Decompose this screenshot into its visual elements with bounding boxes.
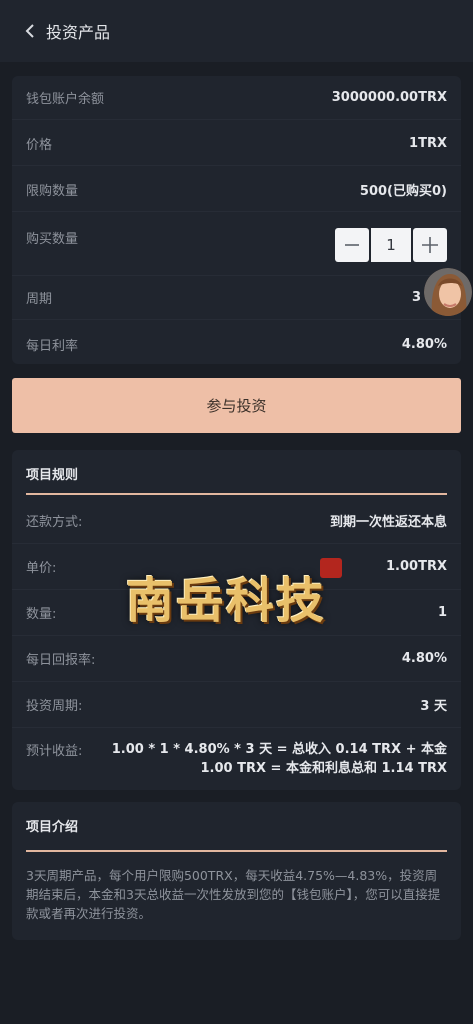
row-value: 到期一次性返还本息 — [329, 515, 447, 530]
invest-button[interactable]: 参与投资 — [12, 378, 461, 433]
row-period: 周期 3 — [12, 276, 461, 320]
minus-icon — [345, 244, 359, 246]
row-label: 周期 — [26, 292, 53, 307]
row-value: 4.80% — [401, 651, 447, 666]
row-label: 每日利率 — [26, 338, 79, 354]
row-value: 1TRX — [409, 136, 447, 151]
page-title: 投资产品 — [46, 23, 111, 42]
row-label: 投资周期: — [26, 699, 83, 714]
minus-button[interactable] — [335, 228, 369, 262]
rules-title: 项目规则 — [26, 468, 79, 483]
row-label: 价格 — [26, 138, 53, 153]
watermark-seal — [320, 558, 342, 578]
estimate-line-1: 1.00 * 1 * 4.80% * 3 天 = 总收入 0.14 TRX + … — [111, 742, 447, 757]
rule-row-repayment: 还款方式: 到期一次性返还本息 — [12, 498, 461, 544]
rule-row-period: 投资周期: 3 天 — [12, 682, 461, 728]
row-value: 1.00TRX — [386, 559, 447, 574]
intro-title: 项目介绍 — [26, 820, 79, 835]
row-value: 4.80% — [401, 336, 447, 352]
row-label: 每日回报率: — [26, 653, 96, 668]
section-divider — [26, 493, 447, 495]
intro-card: 项目介绍 3天周期产品，每个用户限购500TRX，每天收益4.75%—4.83%… — [12, 802, 461, 940]
row-price: 价格 1TRX — [12, 122, 461, 166]
row-value: 3000000.00TRX — [331, 90, 447, 105]
row-label: 钱包账户余额 — [26, 92, 105, 107]
product-card: 钱包账户余额 3000000.00TRX 价格 1TRX 限购数量 500(已购… — [12, 76, 461, 364]
row-label: 预计收益: — [26, 744, 83, 759]
row-label: 数量: — [26, 607, 57, 622]
quantity-input[interactable]: 1 — [371, 228, 411, 262]
row-daily-rate: 每日利率 4.80% — [12, 322, 461, 366]
row-value: 500(已购买0) — [359, 184, 447, 199]
support-avatar[interactable] — [424, 268, 472, 316]
estimate-line-2: 1.00 TRX = 本金和利息总和 1.14 TRX — [200, 761, 447, 776]
plus-button[interactable] — [413, 228, 447, 262]
row-label: 单价: — [26, 561, 57, 576]
row-value: 3 — [411, 290, 421, 305]
row-label: 还款方式: — [26, 515, 83, 530]
top-bar: 投资产品 — [0, 0, 473, 62]
rule-row-daily-return: 每日回报率: 4.80% — [12, 636, 461, 682]
row-value: 1 — [437, 605, 447, 620]
quantity-stepper: 1 — [335, 228, 447, 262]
plus-icon — [422, 237, 438, 253]
row-value: 3 天 — [420, 699, 447, 714]
intro-text: 3天周期产品，每个用户限购500TRX，每天收益4.75%—4.83%，投资周期… — [26, 868, 441, 921]
rule-row-estimate: 预计收益: 1.00 * 1 * 4.80% * 3 天 = 总收入 0.14 … — [12, 732, 461, 782]
section-divider — [26, 850, 447, 852]
row-label: 限购数量 — [26, 184, 79, 199]
brand-watermark: 南岳科技 — [125, 573, 326, 629]
row-purchase-limit: 限购数量 500(已购买0) — [12, 168, 461, 212]
row-wallet-balance: 钱包账户余额 3000000.00TRX — [12, 76, 461, 120]
estimate-value: 1.00 * 1 * 4.80% * 3 天 = 总收入 0.14 TRX + … — [112, 740, 447, 782]
row-label: 购买数量 — [26, 232, 79, 247]
